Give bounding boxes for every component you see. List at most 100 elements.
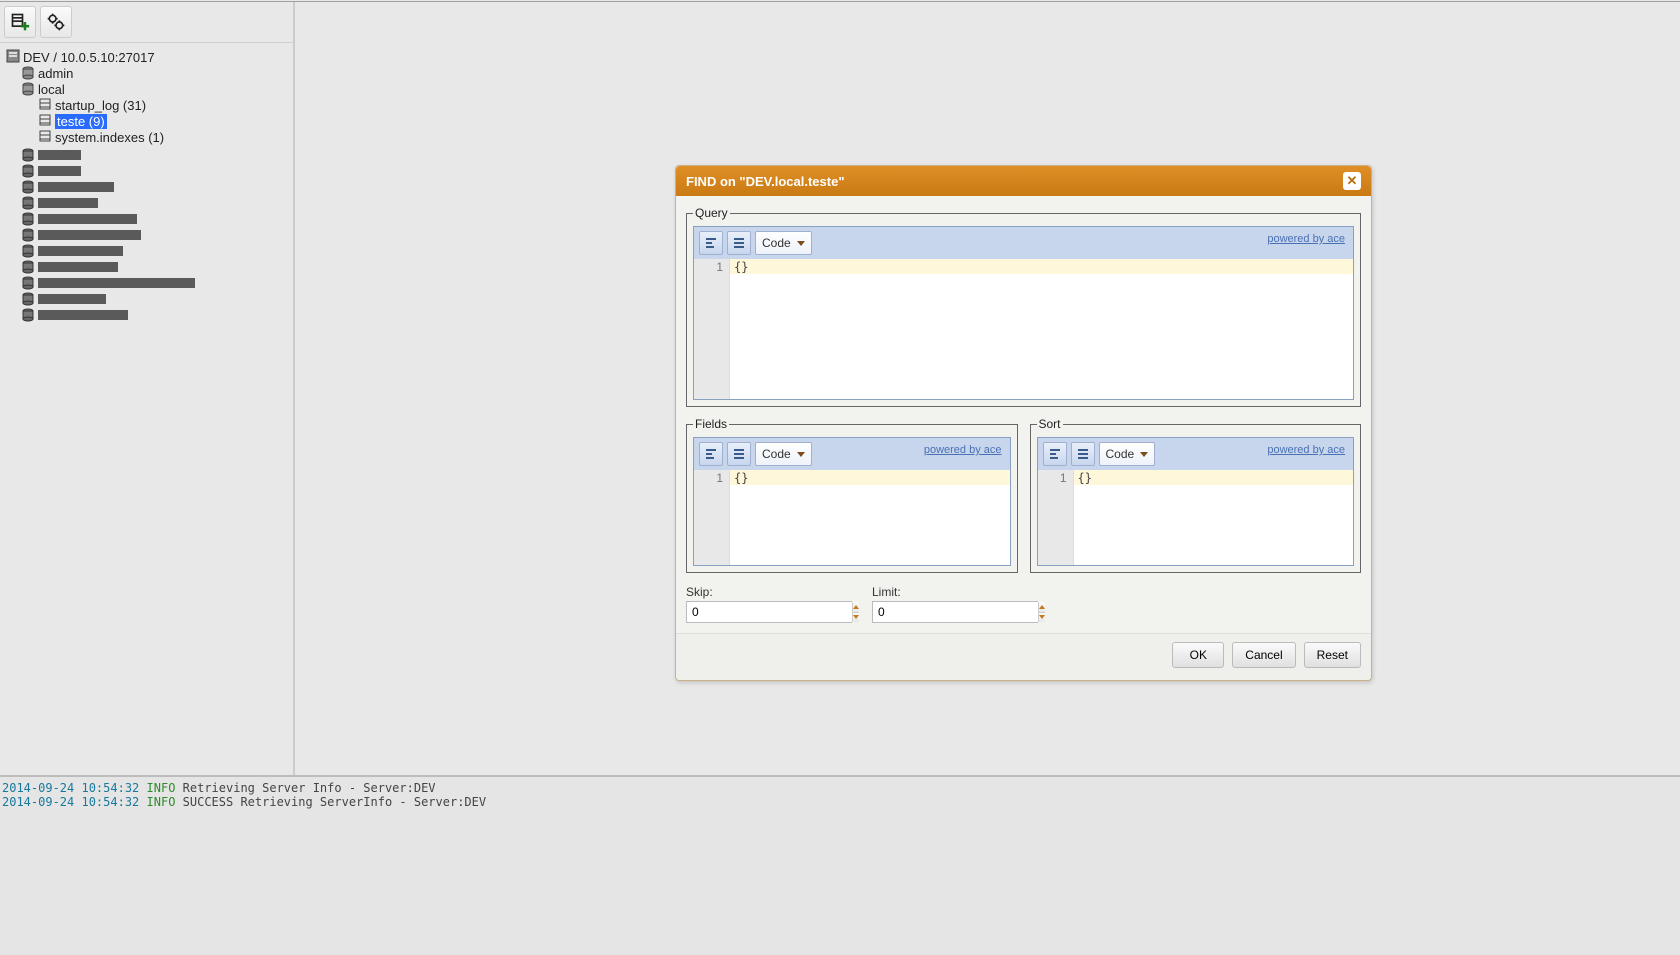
log-console: 2014-09-24 10:54:32 INFO Retrieving Serv… [0, 775, 1680, 955]
align-left-button[interactable] [699, 231, 723, 255]
editor-toolbar: Code powered by ace [694, 438, 1010, 470]
tree-db-node-redacted[interactable] [21, 163, 289, 179]
redacted-label [38, 246, 123, 256]
redacted-label [38, 230, 141, 240]
redacted-label [38, 150, 81, 160]
skip-decrement-button[interactable] [853, 613, 859, 623]
tree-collection-label: system.indexes (1) [55, 130, 164, 145]
fields-legend: Fields [693, 417, 729, 431]
sidebar: DEV / 10.0.5.10:27017 admin local [0, 2, 295, 775]
align-left-button[interactable] [1043, 442, 1067, 466]
tree-server-node[interactable]: DEV / 10.0.5.10:27017 [4, 49, 289, 65]
align-justify-icon [1076, 447, 1090, 461]
redacted-label [38, 198, 98, 208]
align-justify-button[interactable] [727, 231, 751, 255]
powered-by-link[interactable]: powered by ace [924, 444, 1002, 456]
find-dialog: FIND on "DEV.local.teste" ✕ Query [675, 165, 1372, 681]
sort-group: Sort Code powered by ace [1030, 417, 1362, 573]
code-mode-dropdown[interactable]: Code [1099, 442, 1156, 466]
database-icon [21, 148, 35, 162]
reset-button[interactable]: Reset [1304, 642, 1361, 668]
limit-label: Limit: [872, 585, 1038, 599]
collection-icon [38, 97, 52, 114]
tree-collection-label: startup_log (31) [55, 98, 146, 113]
redacted-label [38, 278, 195, 288]
limit-input-wrap [872, 601, 1038, 623]
tree-collection-label: teste (9) [55, 114, 107, 129]
collection-icon [38, 113, 52, 130]
tree-db-label: admin [38, 66, 73, 81]
database-plus-icon [10, 12, 30, 32]
line-gutter: 1 [694, 259, 730, 399]
align-justify-button[interactable] [727, 442, 751, 466]
database-icon [21, 196, 35, 210]
tree-db-node-redacted[interactable] [21, 275, 289, 291]
cancel-button[interactable]: Cancel [1232, 642, 1295, 668]
limit-decrement-button[interactable] [1039, 613, 1045, 623]
tree-db-node-redacted[interactable] [21, 243, 289, 259]
align-justify-icon [732, 236, 746, 250]
tree-collection-node[interactable]: startup_log (31) [4, 97, 289, 113]
editor-toolbar: Code powered by ace [694, 227, 1353, 259]
code-content[interactable]: {} [730, 259, 1353, 275]
code-dropdown-label: Code [762, 447, 791, 461]
chevron-down-icon [797, 241, 805, 246]
log-level: INFO [147, 781, 176, 795]
code-content[interactable]: {} [1074, 470, 1354, 486]
skip-limit-row: Skip: Limit: [686, 585, 1361, 623]
tree-db-node-redacted[interactable] [21, 259, 289, 275]
sidebar-toolbar [0, 2, 293, 43]
dialog-close-button[interactable]: ✕ [1343, 172, 1361, 190]
skip-input-wrap [686, 601, 852, 623]
close-icon: ✕ [1347, 173, 1358, 189]
sort-editor: Code powered by ace 1 {} [1037, 437, 1355, 566]
tree-db-label: local [38, 82, 65, 97]
code-mode-dropdown[interactable]: Code [755, 442, 812, 466]
code-dropdown-label: Code [1106, 447, 1135, 461]
redacted-label [38, 310, 128, 320]
code-mode-dropdown[interactable]: Code [755, 231, 812, 255]
skip-input[interactable] [687, 602, 852, 622]
log-level: INFO [147, 795, 176, 809]
limit-increment-button[interactable] [1039, 602, 1045, 613]
skip-increment-button[interactable] [853, 602, 859, 613]
tree-db-node-redacted[interactable] [21, 227, 289, 243]
editor-body[interactable]: 1 {} [694, 470, 1010, 565]
tree-collection-node[interactable]: system.indexes (1) [4, 129, 289, 145]
redacted-label [38, 262, 118, 272]
add-connection-button[interactable] [4, 6, 36, 38]
content-area: FIND on "DEV.local.teste" ✕ Query [295, 2, 1680, 775]
tree-db-node-redacted[interactable] [21, 291, 289, 307]
tree-db-node-redacted[interactable] [21, 147, 289, 163]
database-icon [21, 244, 35, 258]
limit-input[interactable] [873, 602, 1038, 622]
tree-collection-node[interactable]: teste (9) [4, 113, 289, 129]
log-message: Retrieving Server Info - Server:DEV [183, 781, 436, 795]
tree-db-node-redacted[interactable] [21, 307, 289, 323]
tree-db-node-redacted[interactable] [21, 195, 289, 211]
query-legend: Query [693, 206, 730, 220]
editor-body[interactable]: 1 {} [1038, 470, 1354, 565]
tree-db-node-redacted[interactable] [21, 179, 289, 195]
powered-by-link[interactable]: powered by ace [1267, 444, 1345, 456]
log-message: SUCCESS Retrieving ServerInfo - Server:D… [183, 795, 486, 809]
align-left-button[interactable] [699, 442, 723, 466]
code-content[interactable]: {} [730, 470, 1010, 486]
ok-button[interactable]: OK [1172, 642, 1224, 668]
editor-body[interactable]: 1 {} [694, 259, 1353, 399]
tree-db-node[interactable]: admin [4, 65, 289, 81]
settings-button[interactable] [40, 6, 72, 38]
align-justify-button[interactable] [1071, 442, 1095, 466]
log-timestamp: 2014-09-24 10:54:32 [2, 781, 139, 795]
dialog-footer: OK Cancel Reset [676, 633, 1371, 680]
tree-db-node-redacted[interactable] [21, 211, 289, 227]
dialog-titlebar[interactable]: FIND on "DEV.local.teste" ✕ [676, 166, 1371, 196]
align-left-icon [1048, 447, 1062, 461]
tree-server-label: DEV / 10.0.5.10:27017 [23, 50, 155, 65]
database-icon [21, 260, 35, 274]
sort-legend: Sort [1037, 417, 1063, 431]
tree-db-node[interactable]: local [4, 81, 289, 97]
powered-by-link[interactable]: powered by ace [1267, 233, 1345, 245]
code-dropdown-label: Code [762, 236, 791, 250]
redacted-label [38, 214, 137, 224]
